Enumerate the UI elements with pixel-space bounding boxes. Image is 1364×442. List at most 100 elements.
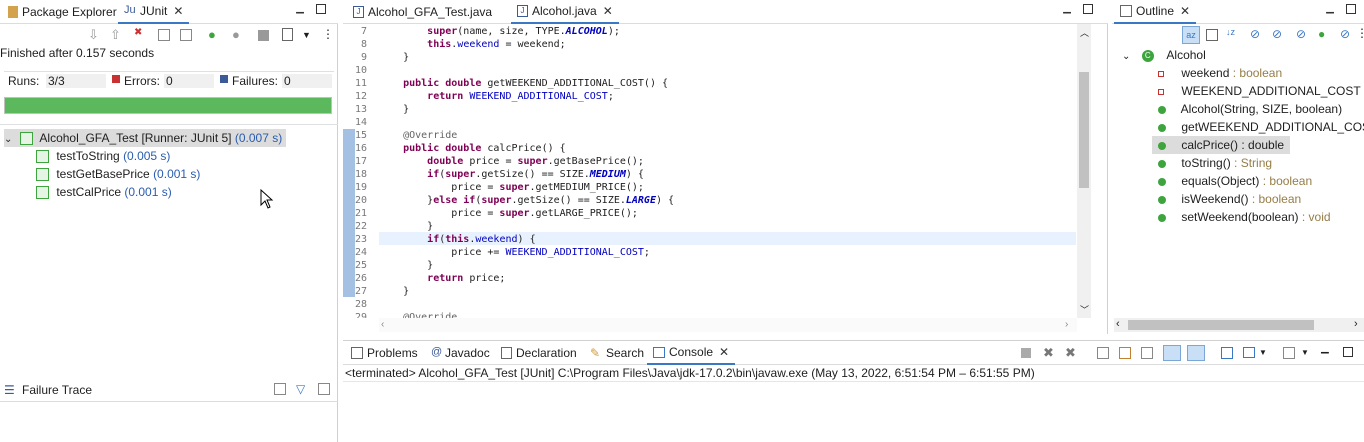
suite-time: (0.007 s) [234, 131, 283, 145]
code-line: } [379, 260, 434, 271]
outline-item[interactable]: toString() : String [1158, 154, 1272, 172]
console-output[interactable] [343, 381, 1364, 442]
item-name: toString() [1181, 156, 1231, 170]
tab-search[interactable]: ✎ Search [584, 341, 650, 365]
terminate-icon[interactable] [1021, 348, 1031, 358]
test-row[interactable]: testCalPrice (0.001 s) [36, 183, 172, 201]
maximize-icon[interactable] [1346, 4, 1356, 14]
test-suite-row[interactable]: ⌄ Alcohol_GFA_Test [Runner: JUnit 5] (0.… [4, 129, 287, 147]
outline-item[interactable]: equals(Object) : boolean [1158, 172, 1312, 190]
minimize-icon[interactable]: ▁ [294, 4, 306, 16]
close-icon[interactable]: ✕ [173, 4, 183, 18]
outline-item[interactable]: WEEKEND_ADDITIONAL_COST : do [1158, 82, 1364, 100]
test-history-icon[interactable] [282, 28, 293, 41]
collapse-all-icon[interactable] [1206, 29, 1218, 41]
outline-hscrollbar[interactable]: ‹ › [1114, 318, 1364, 332]
editor-vscrollbar[interactable]: ︿ ﹀ [1077, 24, 1091, 318]
search-icon: ✎ [590, 346, 601, 360]
line-number: 13 [354, 104, 367, 115]
new-console-icon[interactable] [1283, 347, 1295, 359]
tab-outline[interactable]: Outline ✕ [1114, 0, 1197, 24]
scroll-left-icon[interactable]: ‹ [381, 319, 384, 330]
outline-class-row[interactable]: ⌄ C Alcohol [1122, 46, 1206, 64]
sort-alpha-icon[interactable]: ↓z [1226, 27, 1235, 37]
outline-item[interactable]: setWeekend(boolean) : void [1158, 208, 1331, 226]
suite-name: Alcohol_GFA_Test [Runner: JUnit 5] [39, 131, 232, 145]
rerun-failed-icon[interactable]: ● [232, 27, 248, 43]
tab-package-explorer[interactable]: Package Explorer [2, 0, 123, 24]
tab-declaration[interactable]: Declaration [495, 341, 583, 365]
override-method-icon [1158, 141, 1166, 150]
scroll-lock-icon[interactable] [158, 29, 170, 41]
scroll-thumb[interactable] [1128, 320, 1314, 330]
outline-item-selected[interactable]: calcPrice() : double [1152, 136, 1291, 154]
scroll-up-icon[interactable]: ︿ [1080, 26, 1089, 39]
scroll-left-icon[interactable]: ‹ [1116, 318, 1120, 330]
maximize-icon[interactable] [1083, 4, 1093, 14]
display-console-icon[interactable] [1243, 347, 1255, 358]
copy-trace-icon[interactable] [318, 383, 330, 395]
next-failure-icon[interactable]: ⇩ [88, 27, 104, 43]
hide-nonpublic-icon[interactable]: ⊘ [1296, 27, 1306, 41]
pin-console-icon[interactable] [1221, 347, 1233, 359]
line-number: 23 [354, 234, 367, 245]
tab-javadoc[interactable]: @ Javadoc [425, 341, 496, 365]
tab-console[interactable]: Console ✕ [647, 341, 736, 365]
filter-icon[interactable]: ▽ [296, 382, 305, 396]
show-failures-only-icon[interactable]: ✖ [134, 27, 150, 43]
scroll-thumb[interactable] [1079, 72, 1089, 188]
test-row[interactable]: testToString (0.005 s) [36, 147, 170, 165]
editor-hscrollbar[interactable]: ‹ › [379, 318, 1077, 332]
close-icon[interactable]: ✕ [719, 345, 729, 359]
code-area[interactable]: 7 super(name, size, TYPE.ALCOHOL); 8 this… [343, 24, 1078, 318]
show-stdout-icon[interactable] [1163, 345, 1181, 361]
maximize-icon[interactable] [316, 4, 326, 14]
hide-static-icon[interactable]: ⊘ [1272, 27, 1282, 41]
hide-local-types-icon[interactable]: ⊘ [1340, 27, 1350, 41]
tab-junit[interactable]: Ju JUnit ✕ [118, 0, 190, 24]
remove-all-icon[interactable]: ✖ [1065, 345, 1076, 361]
word-wrap-icon[interactable] [1141, 347, 1153, 359]
tab-alcohol-java[interactable]: J Alcohol.java ✕ [511, 0, 619, 24]
dropdown-arrow-icon[interactable]: ▼ [302, 30, 318, 46]
previous-failure-icon[interactable]: ⇧ [110, 27, 126, 43]
dropdown-arrow-icon[interactable]: ▼ [1259, 348, 1267, 357]
close-icon[interactable]: ✕ [603, 4, 613, 18]
test-name: testToString [56, 149, 120, 163]
outline-item[interactable]: weekend : boolean [1158, 64, 1282, 82]
scroll-down-icon[interactable]: ﹀ [1080, 303, 1089, 316]
clear-console-icon[interactable] [1097, 347, 1109, 359]
scroll-right-icon[interactable]: › [1065, 319, 1068, 330]
tab-label: Console [669, 345, 714, 359]
line-number: 18 [354, 169, 367, 180]
minimize-icon[interactable]: ▁ [1061, 4, 1073, 16]
scroll-lock-icon[interactable] [1119, 347, 1131, 359]
public-member-icon[interactable]: ● [1318, 27, 1325, 41]
outline-item[interactable]: isWeekend() : boolean [1158, 190, 1301, 208]
remove-launch-icon[interactable]: ✖ [1043, 345, 1054, 361]
view-menu-icon[interactable]: ⋮ [1356, 26, 1364, 40]
view-menu-icon[interactable]: ⋮ [322, 27, 338, 43]
expand-chevron-icon[interactable]: ⌄ [1122, 51, 1130, 62]
outline-item[interactable]: getWEEKEND_ADDITIONAL_COST() [1158, 118, 1364, 136]
outline-item[interactable]: Alcohol(String, SIZE, boolean) [1158, 100, 1342, 118]
minimize-icon[interactable]: ▁ [1324, 4, 1336, 16]
minimize-icon[interactable]: ▁ [1321, 343, 1329, 354]
hide-fields-icon[interactable]: ⊘ [1250, 27, 1260, 41]
dropdown-arrow-icon[interactable]: ▼ [1301, 348, 1309, 357]
sort-icon[interactable]: az [1182, 26, 1200, 44]
compare-icon[interactable] [274, 383, 286, 395]
item-type: : double [1241, 138, 1285, 152]
test-name: testGetBasePrice [56, 167, 150, 181]
tab-alcohol-gfa-test[interactable]: J Alcohol_GFA_Test.java [347, 0, 498, 24]
expand-chevron-icon[interactable]: ⌄ [4, 134, 12, 145]
close-icon[interactable]: ✕ [1180, 4, 1190, 18]
test-row[interactable]: testGetBasePrice (0.001 s) [36, 165, 200, 183]
tab-problems[interactable]: Problems [345, 341, 424, 365]
show-stderr-icon[interactable] [1187, 345, 1205, 361]
maximize-icon[interactable] [1343, 347, 1353, 357]
stop-icon[interactable] [258, 30, 269, 41]
rerun-test-icon[interactable]: ● [208, 27, 224, 43]
scroll-right-icon[interactable]: › [1354, 318, 1358, 330]
lock-icon[interactable] [180, 29, 192, 41]
